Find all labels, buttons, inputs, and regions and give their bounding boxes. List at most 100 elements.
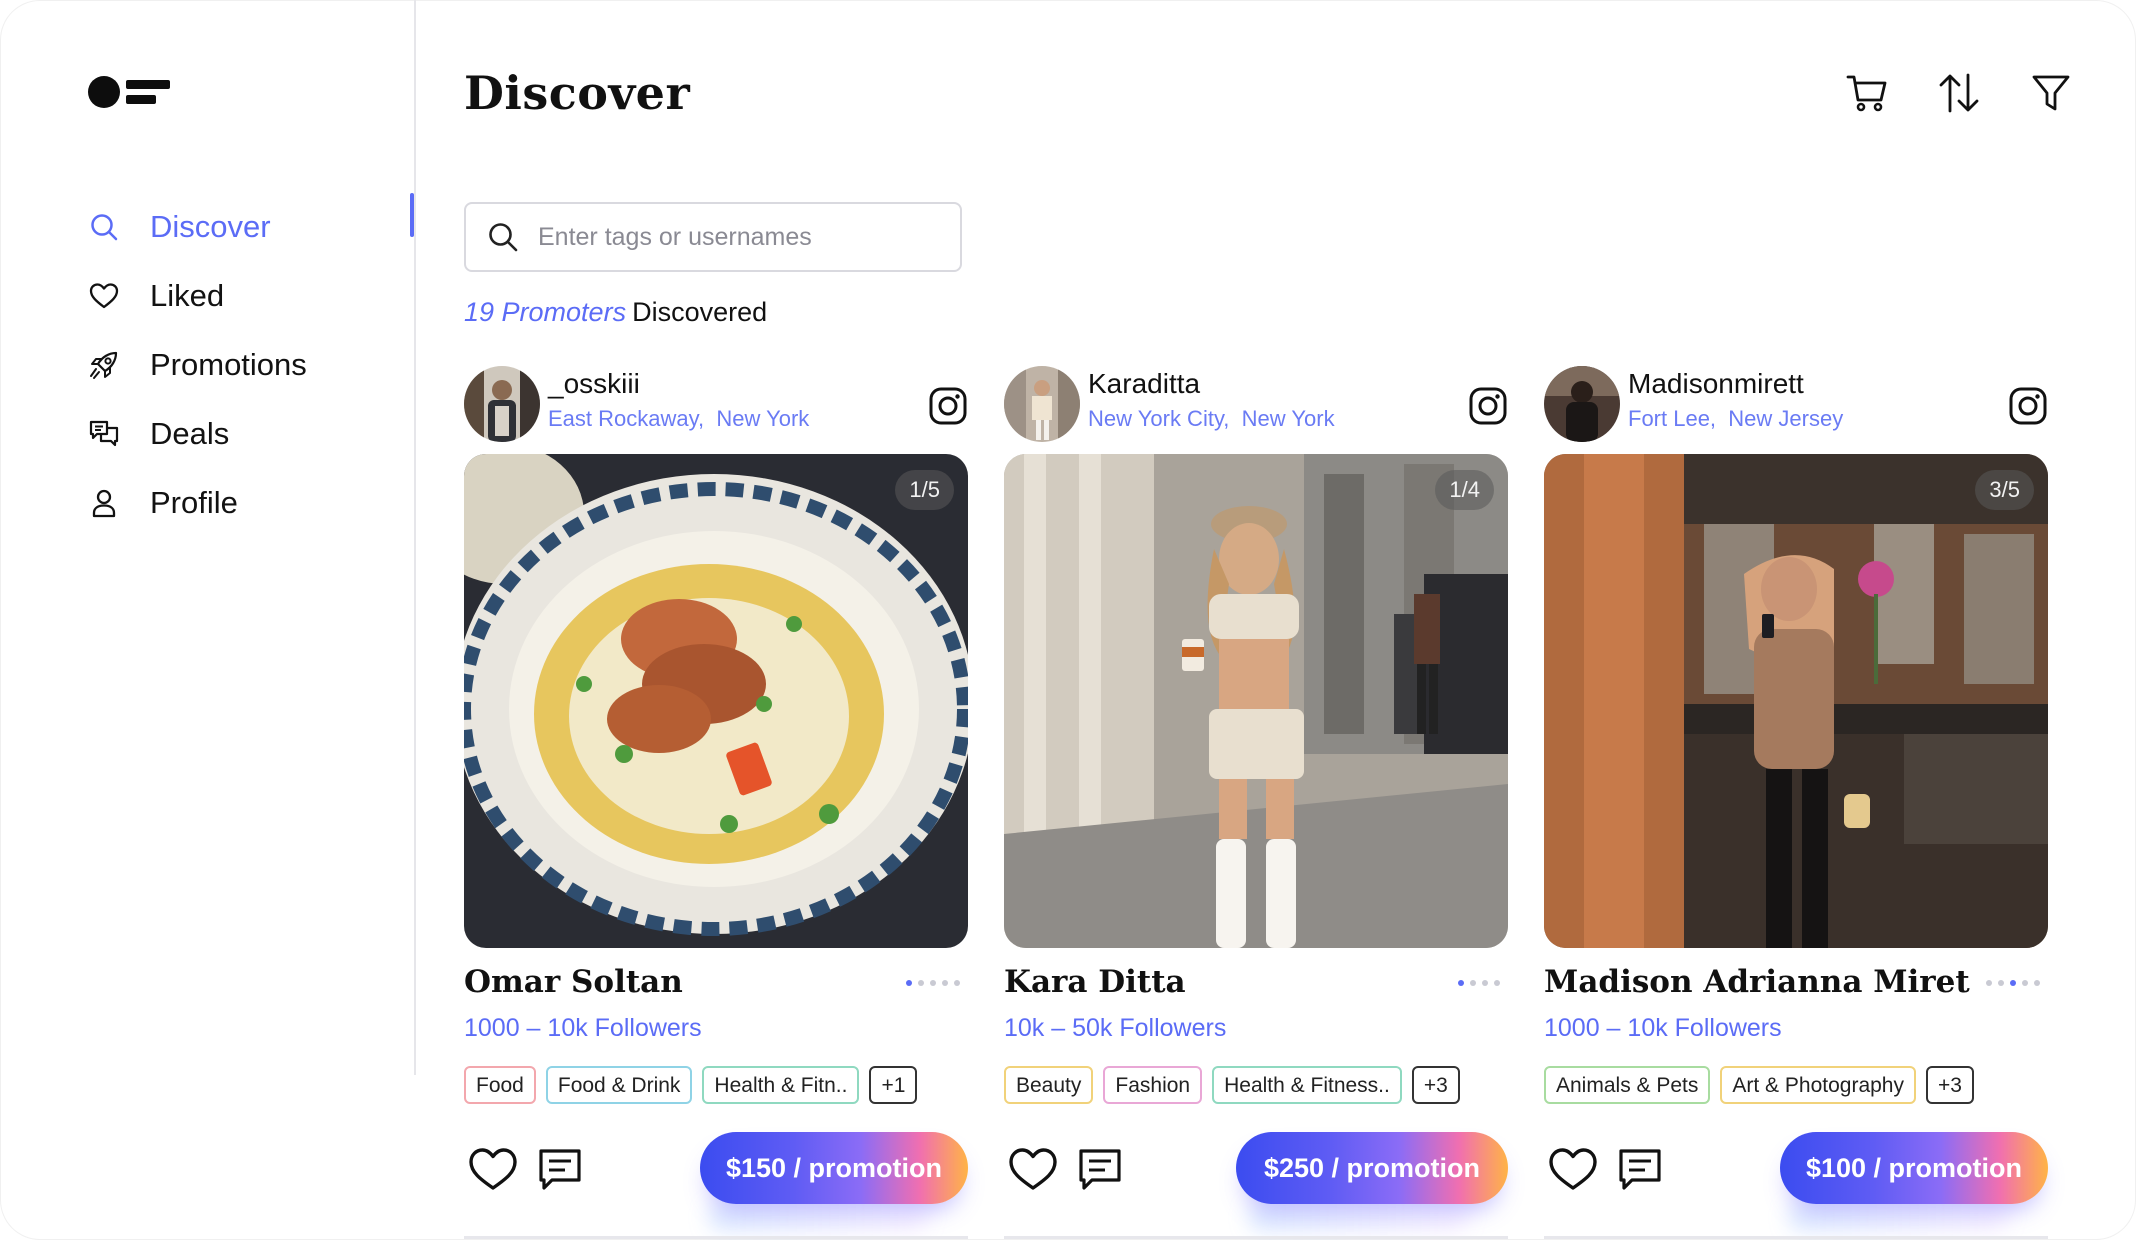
- card-header: Madisonmirett Fort Lee, New Jersey: [1544, 364, 2048, 442]
- heart-icon: [1549, 1148, 1597, 1190]
- sidebar-item-promotions[interactable]: Promotions: [86, 330, 307, 399]
- follower-range: 10k – 50k Followers: [1004, 1014, 1227, 1042]
- toolbar: [1844, 70, 2074, 116]
- location-city: Fort Lee,: [1628, 406, 1717, 431]
- image-pagination-dots: [906, 980, 960, 986]
- location: Fort Lee, New Jersey: [1628, 406, 1843, 432]
- promotion-price-button[interactable]: $150 / promotion: [700, 1132, 968, 1204]
- tag-animals-pets[interactable]: Animals & Pets: [1544, 1066, 1711, 1104]
- like-button[interactable]: [468, 1146, 518, 1192]
- tag-list: Animals & Pets Art & Photography +3: [1544, 1066, 2048, 1104]
- card-header: _osskiii East Rockaway, New York: [464, 364, 968, 442]
- sidebar-item-label: Deals: [150, 415, 230, 451]
- card-actions: $150 / promotion: [464, 1124, 968, 1232]
- tag-list: Beauty Fashion Health & Fitness.. +3: [1004, 1066, 1508, 1104]
- app-window: Discover Liked Promotions Deals Profile …: [0, 0, 2136, 1240]
- image-pagination-dots: [1986, 980, 2040, 986]
- avatar[interactable]: [1004, 366, 1080, 442]
- tag-fashion[interactable]: Fashion: [1103, 1066, 1203, 1104]
- results-count: 19 Promoters: [464, 297, 627, 327]
- avatar[interactable]: [1544, 366, 1620, 442]
- card-header: Karaditta New York City, New York: [1004, 364, 1508, 442]
- location-city: East Rockaway,: [548, 406, 705, 431]
- promotion-price-button[interactable]: $100 / promotion: [1780, 1132, 2048, 1204]
- message-button[interactable]: [1076, 1146, 1124, 1194]
- card-divider: [1004, 1236, 1508, 1239]
- sidebar: Discover Liked Promotions Deals Profile: [0, 0, 416, 1075]
- tag-more[interactable]: +3: [1411, 1066, 1460, 1104]
- follower-range: 1000 – 10k Followers: [464, 1014, 702, 1042]
- instagram-icon[interactable]: [2008, 386, 2048, 426]
- page-title: Discover: [464, 66, 691, 120]
- logo[interactable]: [88, 74, 172, 110]
- image-counter: 1/5: [895, 470, 954, 510]
- sidebar-item-profile[interactable]: Profile: [86, 468, 307, 537]
- sidebar-item-label: Liked: [150, 277, 225, 313]
- sort-button[interactable]: [1936, 70, 1982, 116]
- card-divider: [464, 1236, 968, 1239]
- sidebar-item-discover[interactable]: Discover: [86, 192, 307, 261]
- card-name-row: Madison Adrianna Miret: [1544, 958, 2048, 1012]
- cart-button[interactable]: [1844, 70, 1890, 116]
- tag-art-photography[interactable]: Art & Photography: [1720, 1066, 1916, 1104]
- tag-health-fitness[interactable]: Health & Fitn..: [702, 1066, 860, 1104]
- message-icon: [1619, 1149, 1661, 1190]
- promoter-name[interactable]: Kara Ditta: [1004, 964, 1186, 1000]
- filter-button[interactable]: [2028, 70, 2074, 116]
- tag-more[interactable]: +3: [1926, 1066, 1974, 1104]
- search-input[interactable]: [538, 222, 938, 252]
- card-divider: [1544, 1236, 2048, 1239]
- heart-icon: [1009, 1148, 1057, 1190]
- location-state: New York: [1241, 406, 1335, 431]
- chat-bubbles-icon: [86, 416, 122, 452]
- button-glow: [708, 1202, 928, 1232]
- location: New York City, New York: [1088, 406, 1335, 432]
- sort-arrows-icon: [1939, 73, 1979, 113]
- location: East Rockaway, New York: [548, 406, 809, 432]
- message-button[interactable]: [536, 1146, 584, 1194]
- search-bar[interactable]: [464, 202, 962, 272]
- cart-icon: [1846, 75, 1887, 112]
- sidebar-nav: Discover Liked Promotions Deals Profile: [86, 192, 307, 537]
- instagram-icon[interactable]: [1468, 386, 1508, 426]
- heart-icon: [86, 278, 122, 314]
- message-button[interactable]: [1616, 1146, 1664, 1194]
- location-state: New York: [716, 406, 810, 431]
- username[interactable]: Madisonmirett: [1628, 368, 1804, 400]
- username[interactable]: Karaditta: [1088, 368, 1200, 400]
- image-counter: 1/4: [1435, 470, 1494, 510]
- like-button[interactable]: [1008, 1146, 1058, 1192]
- sidebar-item-liked[interactable]: Liked: [86, 261, 307, 330]
- tag-food[interactable]: Food: [464, 1066, 536, 1104]
- promoter-name[interactable]: Madison Adrianna Miret: [1544, 964, 1970, 1000]
- post-image[interactable]: 3/5: [1544, 454, 2048, 948]
- filter-icon: [2032, 75, 2070, 111]
- sidebar-item-deals[interactable]: Deals: [86, 399, 307, 468]
- instagram-icon[interactable]: [928, 386, 968, 426]
- like-button[interactable]: [1548, 1146, 1598, 1192]
- active-nav-indicator: [410, 193, 414, 237]
- sidebar-item-label: Profile: [150, 484, 238, 520]
- sidebar-item-label: Promotions: [150, 346, 307, 382]
- tag-health-fitness[interactable]: Health & Fitness..: [1212, 1066, 1402, 1104]
- results-summary: 19 Promoters Discovered: [464, 297, 767, 328]
- tag-food-drink[interactable]: Food & Drink: [545, 1066, 693, 1104]
- image-counter: 3/5: [1975, 470, 2034, 510]
- promoter-name[interactable]: Omar Soltan: [464, 964, 683, 1000]
- tag-more[interactable]: +1: [869, 1066, 918, 1104]
- username[interactable]: _osskiii: [548, 368, 640, 400]
- post-image[interactable]: 1/5: [464, 454, 968, 948]
- avatar[interactable]: [464, 366, 540, 442]
- message-icon: [539, 1149, 581, 1190]
- tag-beauty[interactable]: Beauty: [1004, 1066, 1094, 1104]
- image-pagination-dots: [1458, 980, 1500, 986]
- card-name-row: Omar Soltan: [464, 958, 968, 1012]
- search-icon: [86, 209, 122, 245]
- results-suffix: Discovered: [632, 297, 768, 327]
- promoter-card: _osskiii East Rockaway, New York 1/5 Oma…: [464, 364, 968, 1232]
- user-icon: [86, 485, 122, 521]
- promoter-card: Karaditta New York City, New York 1/4 Ka…: [1004, 364, 1508, 1232]
- follower-range: 1000 – 10k Followers: [1544, 1014, 1782, 1042]
- post-image[interactable]: 1/4: [1004, 454, 1508, 948]
- promotion-price-button[interactable]: $250 / promotion: [1236, 1132, 1508, 1204]
